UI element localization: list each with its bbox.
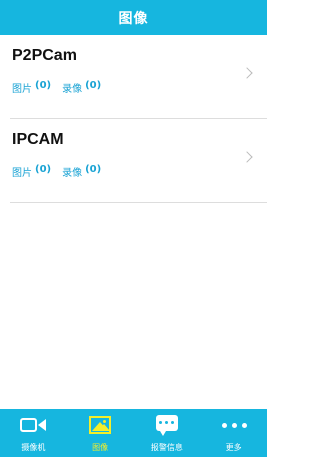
device-row-p2pcam[interactable]: P2PCam 图片 (0) 录像 (0) [10,35,267,119]
tab-label: 摄像机 [21,443,46,452]
videos-count: 录像 (0) [62,164,101,179]
device-name: IPCAM [12,131,64,148]
tab-more[interactable]: 更多 [200,409,267,457]
videos-label: 录像 [62,84,83,95]
tab-bar: 摄像机 图像 报警信息 更多 [0,409,267,457]
pictures-number: (0) [35,80,52,91]
chevron-right-icon [241,67,253,79]
image-icon [80,414,120,440]
tab-camera[interactable]: 摄像机 [0,409,67,457]
device-counts: 图片 (0) 录像 (0) [12,80,112,95]
pictures-label: 图片 [12,168,32,179]
tab-label: 报警信息 [150,443,183,452]
videos-count: 录像 (0) [62,80,101,95]
tab-label: 更多 [225,443,242,452]
device-name: P2PCam [12,47,77,64]
tab-label: 图像 [92,443,109,452]
tab-alarm-messages[interactable]: 报警信息 [134,409,201,457]
video-camera-icon [13,414,53,440]
chevron-right-icon [241,151,253,163]
page-title: 图像 [118,10,149,27]
device-row-ipcam[interactable]: IPCAM 图片 (0) 录像 (0) [10,119,267,203]
videos-label: 录像 [62,168,83,179]
device-list: P2PCam 图片 (0) 录像 (0) IPCAM 图片 (0) 录像 (0) [0,35,267,203]
videos-number: (0) [85,164,102,175]
pictures-number: (0) [35,164,52,175]
pictures-count: 图片 (0) [12,164,51,179]
pictures-label: 图片 [12,84,32,95]
more-icon [214,414,254,440]
message-icon [147,414,187,440]
pictures-count: 图片 (0) [12,80,51,95]
navigation-bar: 图像 [0,0,267,35]
device-counts: 图片 (0) 录像 (0) [12,164,112,179]
tab-images[interactable]: 图像 [67,409,134,457]
videos-number: (0) [85,80,102,91]
